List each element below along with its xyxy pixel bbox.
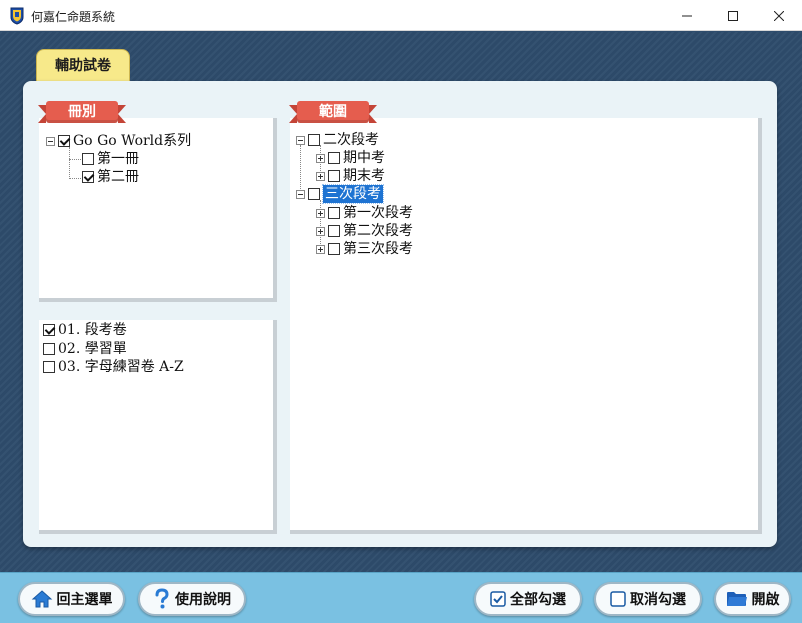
tree-node-label-selected[interactable]: 三次段考 xyxy=(322,184,384,204)
checkbox-checked-icon xyxy=(490,591,506,607)
tree-node-book-1[interactable]: 第一冊 xyxy=(82,150,139,168)
checkbox-final[interactable] xyxy=(328,170,340,182)
tree-node-exam-2[interactable]: 第二次段考 xyxy=(316,222,413,240)
tree-line xyxy=(69,178,81,179)
expand-icon[interactable] xyxy=(316,208,325,218)
list-item-label[interactable]: 01. 段考卷 xyxy=(58,321,127,339)
deselect-all-label: 取消勾選 xyxy=(630,592,686,608)
open-button-label: 開啟 xyxy=(751,592,780,608)
tree-node-label[interactable]: 第三次段考 xyxy=(343,240,413,258)
checkbox-three-exams[interactable] xyxy=(308,188,320,200)
tree-node-label[interactable]: 第二冊 xyxy=(97,168,139,186)
collapse-icon[interactable] xyxy=(296,189,305,199)
checkbox-worksheet[interactable] xyxy=(43,343,55,355)
checkbox-exam-3[interactable] xyxy=(328,243,340,255)
home-button[interactable]: 回主選單 xyxy=(18,582,125,616)
list-item-worksheet[interactable]: 02. 學習單 xyxy=(43,340,127,358)
range-header: 範圍 xyxy=(289,101,377,125)
tree-node-label[interactable]: 第一次段考 xyxy=(343,204,413,222)
tree-node-label[interactable]: 期末考 xyxy=(343,167,385,185)
minimize-button[interactable] xyxy=(664,0,710,31)
tree-node-exam-3[interactable]: 第三次段考 xyxy=(316,240,413,258)
tree-line xyxy=(69,147,70,179)
tree-node-label[interactable]: 第二次段考 xyxy=(343,222,413,240)
list-item-label[interactable]: 03. 字母練習卷 A-Z xyxy=(58,358,184,376)
checkbox-exam-paper[interactable] xyxy=(43,324,55,336)
checkbox-empty-icon xyxy=(610,591,626,607)
tree-node-label[interactable]: 二次段考 xyxy=(323,131,379,149)
open-button[interactable]: 開啟 xyxy=(714,582,791,616)
checkbox-alphabet[interactable] xyxy=(43,361,55,373)
list-item-alphabet[interactable]: 03. 字母練習卷 A-Z xyxy=(43,358,184,376)
range-header-label: 範圍 xyxy=(297,101,369,123)
help-button-label: 使用說明 xyxy=(175,592,231,608)
tree-node-final[interactable]: 期末考 xyxy=(316,167,385,185)
select-all-label: 全部勾選 xyxy=(510,592,566,608)
tree-node-label[interactable]: 期中考 xyxy=(343,149,385,167)
close-button[interactable] xyxy=(756,0,802,31)
app-shield-icon xyxy=(9,7,25,25)
list-item-label[interactable]: 02. 學習單 xyxy=(58,340,127,358)
select-all-button[interactable]: 全部勾選 xyxy=(474,582,582,616)
deselect-all-button[interactable]: 取消勾選 xyxy=(594,582,702,616)
help-button[interactable]: 使用說明 xyxy=(138,582,246,616)
tab-auxiliary-exam[interactable]: 輔助試卷 xyxy=(36,49,130,83)
checkbox-midterm[interactable] xyxy=(328,152,340,164)
folder-icon xyxy=(726,592,747,606)
checkbox-series[interactable] xyxy=(58,135,70,147)
home-button-label: 回主選單 xyxy=(56,592,113,608)
minimize-icon xyxy=(682,15,692,16)
books-header-label: 冊別 xyxy=(46,101,118,123)
maximize-icon xyxy=(728,10,738,21)
collapse-icon[interactable] xyxy=(46,136,55,146)
close-icon xyxy=(774,10,784,21)
maximize-button[interactable] xyxy=(710,0,756,31)
checkbox-exam-2[interactable] xyxy=(328,225,340,237)
tree-node-series[interactable]: Go Go World系列 xyxy=(46,132,191,150)
expand-icon[interactable] xyxy=(316,153,325,163)
title-bar: 何嘉仁命題系統 xyxy=(0,0,802,31)
tree-line xyxy=(69,159,81,160)
checkbox-exam-1[interactable] xyxy=(328,207,340,219)
question-icon xyxy=(155,588,169,609)
tree-node-exam-1[interactable]: 第一次段考 xyxy=(316,204,413,222)
expand-icon[interactable] xyxy=(316,244,325,254)
list-item-exam-paper[interactable]: 01. 段考卷 xyxy=(43,321,127,339)
expand-icon[interactable] xyxy=(316,171,325,181)
tree-node-label[interactable]: 第一冊 xyxy=(97,150,139,168)
window-title: 何嘉仁命題系統 xyxy=(31,10,116,24)
checkbox-two-exams[interactable] xyxy=(308,134,320,146)
tree-node-three-exams[interactable]: 三次段考 xyxy=(296,184,384,204)
collapse-icon[interactable] xyxy=(296,135,305,145)
tree-node-midterm[interactable]: 期中考 xyxy=(316,149,385,167)
home-icon xyxy=(31,590,52,608)
tree-node-book-2[interactable]: 第二冊 xyxy=(82,168,139,186)
tree-node-two-exams[interactable]: 二次段考 xyxy=(296,131,379,149)
expand-icon[interactable] xyxy=(316,226,325,236)
checkbox-book-1[interactable] xyxy=(82,153,94,165)
checkbox-book-2[interactable] xyxy=(82,171,94,183)
tree-node-label[interactable]: Go Go World系列 xyxy=(73,132,191,150)
books-header: 冊別 xyxy=(38,101,126,125)
